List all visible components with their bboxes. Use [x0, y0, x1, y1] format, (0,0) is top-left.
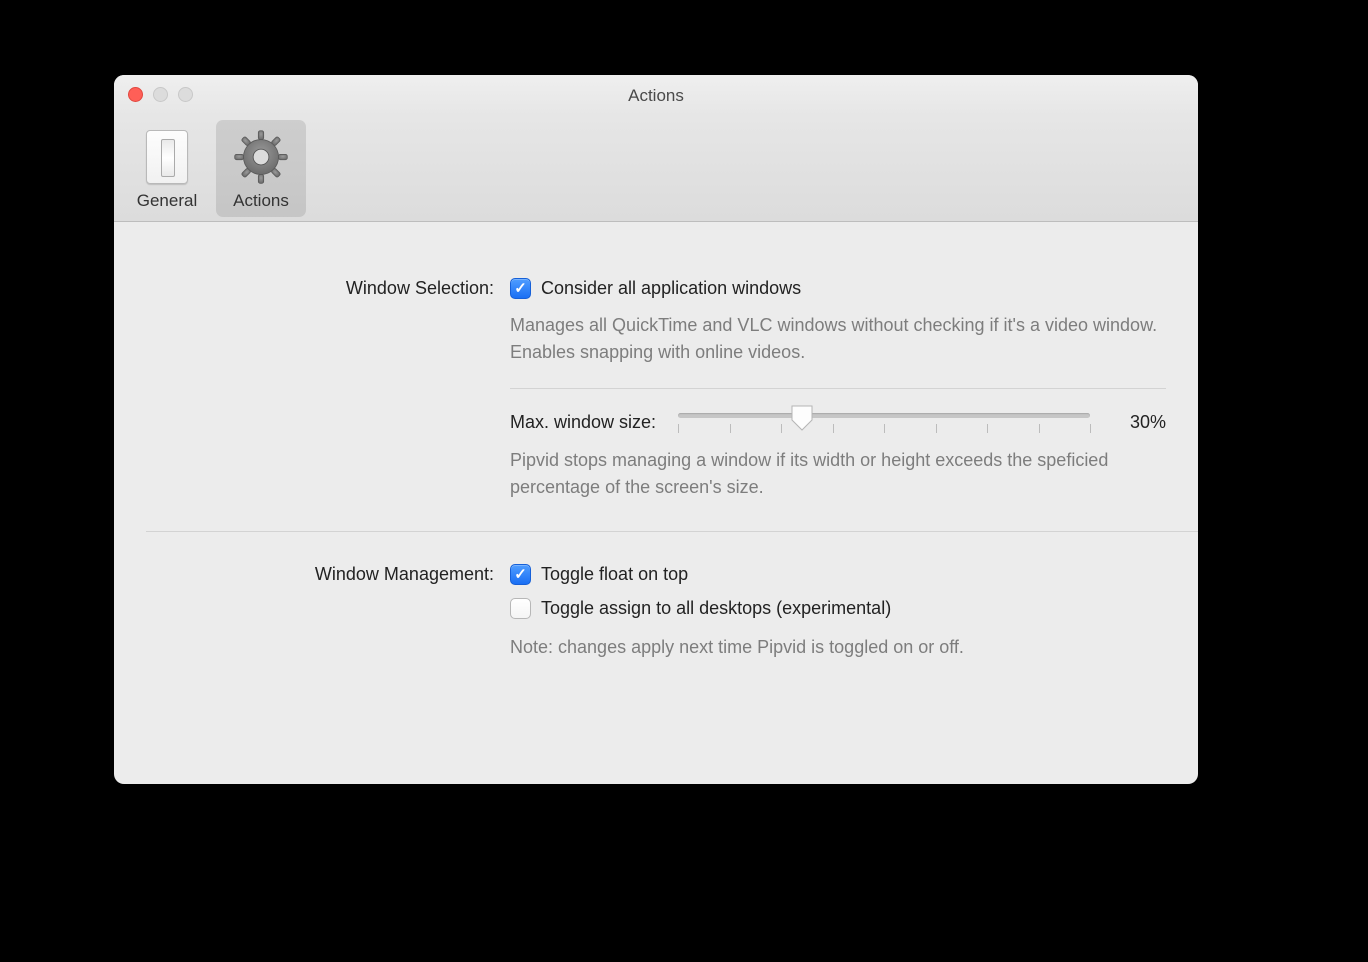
- desc-consider-all-windows: Manages all QuickTime and VLC windows wi…: [510, 312, 1166, 366]
- slider-thumb[interactable]: [791, 405, 813, 431]
- checkbox-consider-all-windows-label: Consider all application windows: [541, 274, 801, 302]
- section-window-selection: Window Selection: ✓ Consider all applica…: [114, 222, 1198, 501]
- desc-max-window-size: Pipvid stops managing a window if its wi…: [510, 447, 1166, 501]
- preferences-toolbar: General: [114, 116, 1198, 222]
- row-max-window-size: Max. window size: 30%: [510, 407, 1166, 437]
- divider: [510, 388, 1166, 389]
- content-area: Window Selection: ✓ Consider all applica…: [114, 222, 1198, 661]
- checkbox-float-on-top[interactable]: ✓ Toggle float on top: [510, 560, 1166, 588]
- label-window-management: Window Management:: [114, 560, 494, 588]
- tab-actions[interactable]: Actions: [216, 120, 306, 217]
- minimize-window-button[interactable]: [153, 87, 168, 102]
- window-title: Actions: [114, 75, 1198, 116]
- preferences-window: Actions General: [114, 75, 1198, 784]
- slider-ticks: [678, 424, 1090, 434]
- section-window-management: Window Management: ✓ Toggle float on top…: [114, 560, 1198, 661]
- tab-actions-label: Actions: [233, 191, 289, 211]
- label-max-window-size: Max. window size:: [510, 412, 656, 433]
- note-window-management: Note: changes apply next time Pipvid is …: [510, 634, 1166, 661]
- checkbox-consider-all-windows[interactable]: ✓ Consider all application windows: [510, 274, 1166, 302]
- checkbox-assign-all-desktops[interactable]: Toggle assign to all desktops (experimen…: [510, 594, 1166, 622]
- zoom-window-button[interactable]: [178, 87, 193, 102]
- value-max-window-size: 30%: [1112, 412, 1166, 433]
- tab-general[interactable]: General: [122, 120, 212, 217]
- label-window-selection: Window Selection:: [114, 274, 494, 302]
- slider-max-window-size[interactable]: [678, 407, 1090, 437]
- check-icon: ✓: [510, 278, 531, 299]
- checkbox-empty-icon: [510, 598, 531, 619]
- slider-track: [678, 413, 1090, 418]
- checkbox-assign-all-desktops-label: Toggle assign to all desktops (experimen…: [541, 594, 891, 622]
- checkbox-float-on-top-label: Toggle float on top: [541, 560, 688, 588]
- close-window-button[interactable]: [128, 87, 143, 102]
- tab-general-label: General: [137, 191, 197, 211]
- titlebar: Actions: [114, 75, 1198, 116]
- gear-icon: [233, 120, 289, 189]
- light-switch-icon: [146, 120, 188, 189]
- check-icon: ✓: [510, 564, 531, 585]
- section-divider: [146, 531, 1198, 532]
- traffic-lights: [128, 87, 193, 102]
